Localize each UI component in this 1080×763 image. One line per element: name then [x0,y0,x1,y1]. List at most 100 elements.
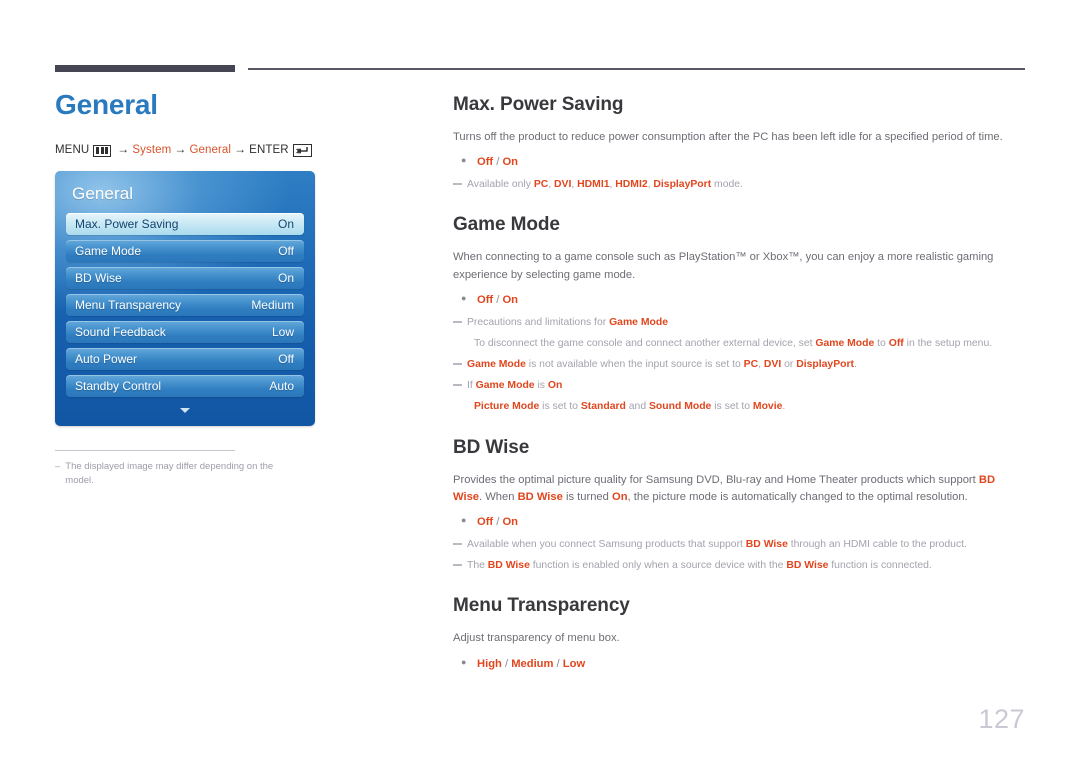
note-em-game-mode: Game Mode [475,380,535,392]
option-a: High [477,657,502,670]
note-em-pc: PC [743,359,759,371]
option-a: Off [477,293,494,306]
note-pre: Available when you connect Samsung produ… [467,539,746,551]
note-em-displayport: DisplayPort [653,179,712,191]
osd-row-value: On [277,216,294,231]
osd-menu-panel[interactable]: General Max. Power Saving On Game Mode O… [55,171,315,426]
breadcrumb-menu-label: MENU [55,143,90,156]
bullet-icon: ● [461,155,467,166]
osd-scroll-more[interactable] [66,402,304,418]
note-em-pc: PC [533,179,549,191]
desc-pre: Provides the optimal picture quality for… [453,473,979,486]
osd-row-auto-power[interactable]: Auto Power Off [66,347,304,370]
note-post: function is connected. [828,560,932,572]
note-sub-pre: To disconnect the game console and conne… [474,338,816,350]
chevron-down-icon [180,407,190,413]
osd-row-value: Off [278,243,294,258]
osd-row-menu-transparency[interactable]: Menu Transparency Medium [66,293,304,316]
osd-row-value: Off [278,351,294,366]
section-options: ● High / Medium / Low [453,656,1025,670]
osd-row-label: BD Wise [75,270,122,285]
note-sub-post: . [782,401,786,413]
note-mid: or [781,359,797,371]
section-note-sub: Picture Mode is set to Standard and Soun… [474,399,1025,415]
desc-mid: is turned [562,490,612,503]
note-dash-icon [453,363,464,365]
note-em-dvi: DVI [554,179,572,191]
bullet-icon: ● [461,292,467,303]
note-text: Game Mode is not available when the inpu… [467,357,1025,373]
note-mid: function is enabled only when a source d… [529,560,787,572]
section-description: Provides the optimal picture quality for… [453,472,1025,507]
desc-post: , the picture mode is automatically chan… [627,490,968,503]
note-em-movie: Movie [752,401,783,413]
breadcrumb: MENU → System → General → ENTER [55,141,415,158]
section-title: Menu Transparency [453,595,630,617]
note-sub-mid: to [874,338,889,350]
note-em-picture-mode: Picture Mode [474,401,540,413]
option-b: On [502,156,519,169]
osd-row-game-mode[interactable]: Game Mode Off [66,239,304,262]
section-note: If Game Mode is On [453,378,1025,394]
section-description: Adjust transparency of menu box. [453,632,620,645]
note-em-hdmi1: HDMI1 [577,179,610,191]
section-note: Available when you connect Samsung produ… [453,537,1025,553]
note-em-sound-mode: Sound Mode [649,401,712,413]
note-pre: The [467,560,488,572]
osd-row-label: Game Mode [75,243,142,258]
note-em-off: Off [888,338,904,350]
note-em-game-mode: Game Mode [467,359,526,371]
section-note: The BD Wise function is enabled only whe… [453,558,1025,574]
note-post: . [853,359,857,371]
option-b: Medium [511,657,554,670]
note-mid: is [534,380,548,392]
note-dash-icon [453,564,464,566]
menu-bars-icon [93,144,112,157]
option-separator: / [553,657,563,670]
note-sub-mid: and [625,401,649,413]
note-em-bd-wise: BD Wise [745,539,788,551]
note-sub-post: in the setup menu. [903,338,993,350]
osd-footnote-block: – The displayed image may differ dependi… [55,449,303,488]
note-text: Precautions and limitations for Game Mod… [467,315,1025,331]
option-a: Off [477,156,494,169]
left-column: General MENU → System → General → ENTER … [55,89,415,488]
section-note: Precautions and limitations for Game Mod… [453,315,1025,331]
note-dash-icon [453,543,464,545]
option-values: Off / On [477,156,518,168]
bullet-icon: ● [461,656,467,667]
note-post: through an HDMI cable to the product. [787,539,967,551]
note-mid: is not available when the input source i… [525,359,744,371]
osd-row-value: Auto [269,378,294,393]
osd-row-value: Low [271,324,294,339]
enter-key-icon [292,144,312,158]
osd-row-standby-control[interactable]: Standby Control Auto [66,374,304,397]
option-values: Off / On [477,516,518,528]
note-em-bd-wise: BD Wise [786,560,829,572]
osd-row-bd-wise[interactable]: BD Wise On [66,266,304,289]
osd-row-sound-feedback[interactable]: Sound Feedback Low [66,320,304,343]
breadcrumb-enter-label: ENTER [249,143,289,156]
page-number: 127 [978,704,1025,734]
breadcrumb-arrow-1: → [117,141,130,156]
osd-row-label: Max. Power Saving [75,216,179,231]
note-em-on: On [547,380,563,392]
osd-footnote: – The displayed image may differ dependi… [55,460,303,488]
note-sub-mid: is set to [711,401,753,413]
breadcrumb-arrow-3: → [234,141,247,156]
breadcrumb-arrow-2: → [174,141,187,156]
footnote-dash: – [55,460,61,472]
desc-em-bd-wise: BD Wise [517,490,563,503]
section-options: ● Off / On [453,155,1025,168]
osd-row-max-power-saving[interactable]: Max. Power Saving On [66,212,304,235]
note-pre: If [467,380,476,392]
osd-row-label: Standby Control [75,378,162,393]
option-b: On [502,516,519,529]
section-note: Game Mode is not available when the inpu… [453,357,1025,373]
section-description: Turns off the product to reduce power co… [453,130,1003,143]
option-c: Low [562,657,586,670]
page-title: General [55,89,158,120]
section-options: ● Off / On [453,515,1025,528]
breadcrumb-step-general: General [189,143,232,156]
right-column: Max. Power Saving Turns off the product … [453,94,1025,692]
